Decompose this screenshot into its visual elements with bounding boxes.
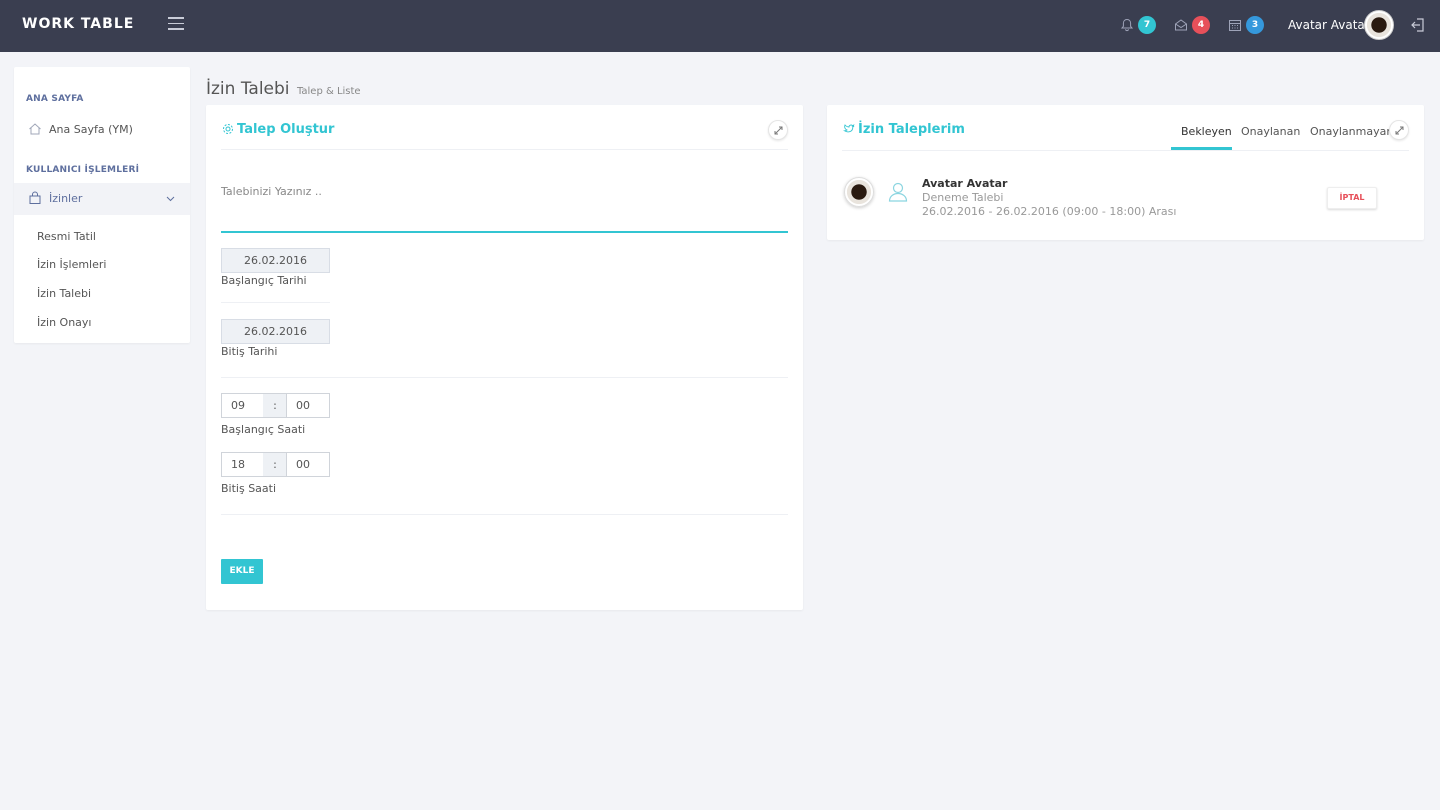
notifications-badge: 7 — [1138, 16, 1156, 34]
request-textarea[interactable]: Talebinizi Yazınız .. — [221, 185, 322, 198]
divider — [221, 302, 330, 303]
divider — [221, 377, 788, 378]
app-logo[interactable]: WORK TABLE — [22, 16, 134, 32]
start-hour-input[interactable]: 09 — [221, 393, 264, 418]
settings-icon — [223, 124, 233, 134]
logout-icon[interactable] — [1410, 17, 1426, 33]
page-title: İzin Talebi Talep & Liste — [206, 79, 361, 99]
submit-button[interactable]: EKLE — [221, 559, 263, 584]
request-user-name: Avatar Avatar — [922, 177, 1008, 190]
sidebar-item-label: İzinler — [49, 192, 83, 205]
divider — [842, 150, 1409, 151]
sidebar-subitem-izin-islemleri[interactable]: İzin İşlemleri — [37, 258, 106, 271]
end-date-label: Bitiş Tarihi — [221, 345, 278, 358]
sidebar-heading-home: ANA SAYFA — [26, 94, 84, 104]
tab-onaylanan[interactable]: Onaylanan — [1241, 125, 1300, 138]
bell-icon — [1120, 18, 1134, 32]
home-icon — [29, 123, 41, 135]
start-date-input[interactable]: 26.02.2016 — [221, 248, 330, 273]
calendar-badge: 3 — [1246, 16, 1264, 34]
form-card-title-text: Talep Oluştur — [237, 122, 335, 137]
request-description: Deneme Talebi — [922, 191, 1004, 204]
avatar — [844, 177, 874, 207]
sidebar: ANA SAYFA Ana Sayfa (YM) KULLANICI İŞLEM… — [14, 67, 190, 343]
start-time-group: 09 : 00 — [221, 393, 330, 418]
sidebar-item-home[interactable]: Ana Sayfa (YM) — [26, 119, 186, 141]
cancel-request-button[interactable]: İPTAL — [1327, 187, 1377, 209]
end-time-group: 18 : 00 — [221, 452, 330, 477]
page-title-text: İzin Talebi — [206, 79, 290, 99]
sidebar-subitem-izin-talebi[interactable]: İzin Talebi — [37, 287, 91, 300]
chevron-down-icon — [166, 196, 175, 202]
sidebar-subitem-izin-onayi[interactable]: İzin Onayı — [37, 316, 91, 329]
form-expand-button[interactable] — [768, 120, 788, 140]
divider — [221, 514, 788, 515]
calendar-icon — [1229, 20, 1241, 31]
sidebar-heading-user: KULLANICI İŞLEMLERİ — [26, 165, 140, 175]
bag-icon — [29, 191, 41, 204]
sidebar-item-label: Ana Sayfa (YM) — [49, 123, 133, 136]
sidebar-item-izinler[interactable]: İzinler — [14, 183, 190, 215]
end-hour-input[interactable]: 18 — [221, 452, 264, 477]
user-name[interactable]: Avatar Avatar — [1288, 18, 1370, 32]
page-subtitle: Talep & Liste — [296, 86, 361, 97]
top-navbar: WORK TABLE 7 4 3 Avatar Avatar — [0, 0, 1440, 52]
menu-toggle-icon[interactable] — [168, 17, 184, 31]
textarea-underline — [221, 231, 788, 233]
end-time-label: Bitiş Saati — [221, 482, 277, 495]
time-separator: : — [263, 452, 287, 477]
tab-bekleyen[interactable]: Bekleyen — [1181, 125, 1232, 138]
expand-icon — [774, 126, 783, 135]
request-form-card: Talep Oluştur Talebinizi Yazınız .. 26.0… — [206, 105, 803, 610]
sidebar-subitem-resmi-tatil[interactable]: Resmi Tatil — [37, 230, 96, 243]
end-date-input[interactable]: 26.02.2016 — [221, 319, 330, 344]
inbox-badge: 4 — [1192, 16, 1210, 34]
start-minute-input[interactable]: 00 — [286, 393, 330, 418]
requests-expand-button[interactable] — [1389, 120, 1409, 140]
envelope-open-icon — [1175, 19, 1187, 31]
tab-onaylanmayan[interactable]: Onaylanmayan — [1310, 125, 1393, 138]
requests-tabs: Bekleyen Onaylanan Onaylanmayan — [827, 125, 1424, 151]
time-separator: : — [263, 393, 287, 418]
form-card-title: Talep Oluştur — [222, 122, 334, 137]
user-avatar[interactable] — [1364, 10, 1394, 40]
divider — [221, 149, 788, 150]
requests-card: İzin Taleplerim Bekleyen Onaylanan Onayl… — [827, 105, 1424, 240]
user-icon — [888, 182, 908, 202]
start-date-label: Başlangıç Tarihi — [221, 274, 307, 287]
end-minute-input[interactable]: 00 — [286, 452, 330, 477]
request-date-range: 26.02.2016 - 26.02.2016 (09:00 - 18:00) … — [922, 205, 1177, 218]
expand-icon — [1395, 126, 1404, 135]
start-time-label: Başlangıç Saati — [221, 423, 306, 436]
